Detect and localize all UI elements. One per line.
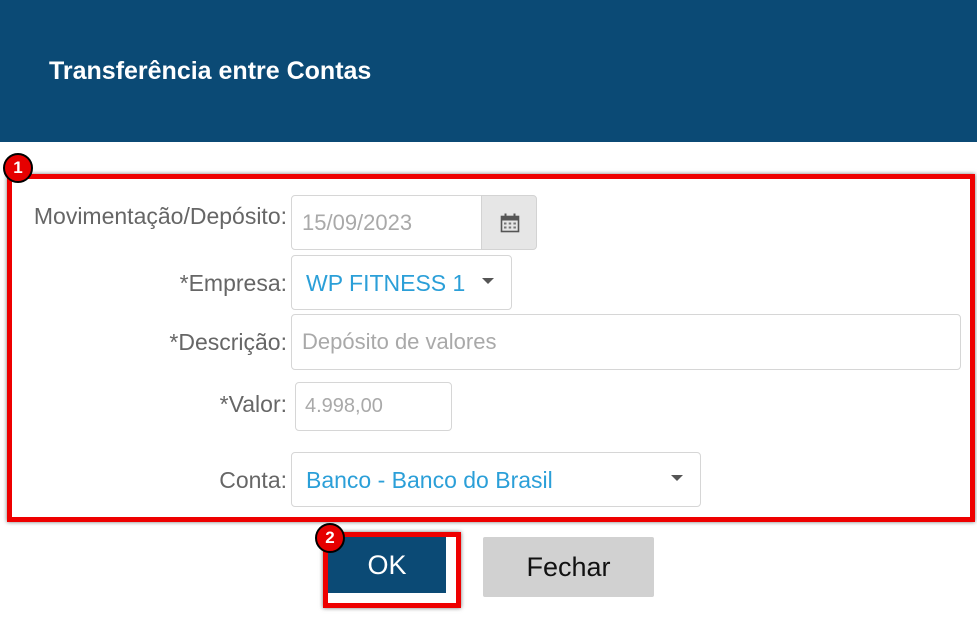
descricao-label: *Descrição: (169, 329, 287, 355)
valor-label: *Valor: (219, 391, 287, 417)
fechar-button[interactable]: Fechar (483, 537, 654, 597)
empresa-selected-value: WP FITNESS 1 (306, 270, 466, 296)
calendar-button[interactable] (481, 195, 537, 250)
valor-placeholder: 4.998,00 (305, 395, 383, 417)
step-2-badge: 2 (315, 523, 345, 553)
empresa-chevron-down-icon (482, 278, 494, 284)
movimentacao-date-value: 15/09/2023 (302, 210, 413, 235)
conta-selected-value: Banco - Banco do Brasil (306, 467, 553, 493)
valor-input[interactable]: 4.998,00 (295, 382, 452, 431)
movimentacao-label: Movimentação/Depósito: (33, 203, 287, 229)
descricao-placeholder: Depósito de valores (302, 329, 497, 354)
dialog-title: Transferência entre Contas (49, 57, 372, 85)
dialog-header: Transferência entre Contas (0, 0, 977, 142)
conta-select[interactable]: Banco - Banco do Brasil (291, 452, 701, 507)
calendar-icon (500, 213, 520, 233)
empresa-select[interactable]: WP FITNESS 1 (291, 255, 512, 310)
conta-chevron-down-icon (671, 475, 683, 481)
conta-label: Conta: (219, 467, 287, 493)
empresa-label: *Empresa: (179, 270, 287, 296)
descricao-input[interactable]: Depósito de valores (291, 314, 961, 370)
movimentacao-date-input[interactable]: 15/09/2023 (291, 195, 482, 250)
step-1-badge: 1 (3, 153, 33, 183)
